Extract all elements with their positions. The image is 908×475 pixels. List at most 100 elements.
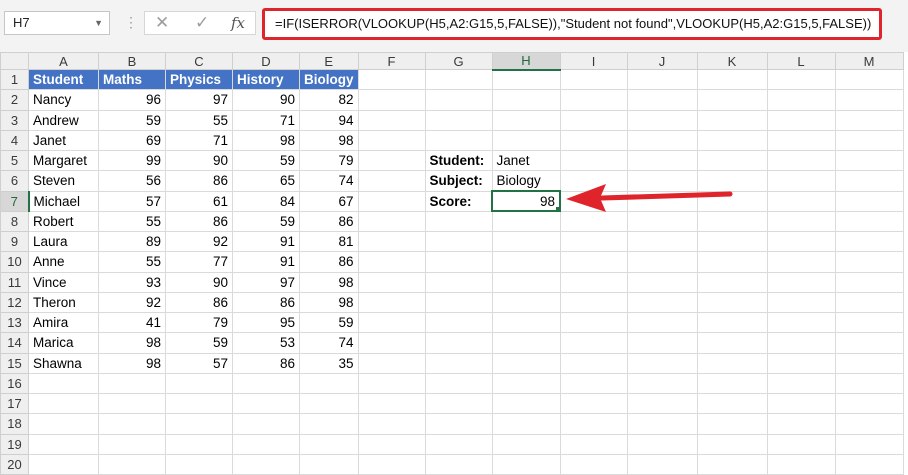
row-header[interactable]: 1 xyxy=(0,68,29,91)
cell[interactable] xyxy=(626,433,698,455)
cell[interactable] xyxy=(834,311,904,334)
student-name-cell[interactable]: Shawna xyxy=(28,352,99,374)
student-name-cell[interactable]: Michael xyxy=(28,190,99,212)
cell[interactable] xyxy=(696,372,768,395)
cell[interactable] xyxy=(491,129,561,152)
subject-input-cell[interactable]: Biology xyxy=(491,170,561,192)
cell[interactable] xyxy=(232,392,300,415)
cell[interactable] xyxy=(491,453,561,475)
cell[interactable] xyxy=(357,413,426,435)
cell[interactable] xyxy=(559,372,628,395)
cell[interactable] xyxy=(559,453,628,475)
cell[interactable] xyxy=(834,89,904,111)
cell[interactable] xyxy=(491,109,561,131)
cell[interactable] xyxy=(626,332,698,354)
cell[interactable] xyxy=(491,291,561,314)
cell[interactable] xyxy=(766,89,836,111)
student-name-cell[interactable]: Andrew xyxy=(28,109,99,131)
cell[interactable] xyxy=(766,251,836,273)
cell[interactable] xyxy=(626,149,698,172)
maths-cell[interactable]: 98 xyxy=(98,332,166,354)
cell[interactable] xyxy=(626,129,698,152)
column-header-d[interactable]: D xyxy=(232,52,300,70)
cell[interactable] xyxy=(766,352,836,374)
history-cell[interactable]: 97 xyxy=(232,271,300,293)
cell[interactable] xyxy=(357,453,426,475)
cell[interactable] xyxy=(834,372,904,395)
cell[interactable] xyxy=(299,433,359,455)
cell[interactable] xyxy=(559,291,628,314)
row-header[interactable]: 10 xyxy=(0,251,29,273)
row-header[interactable]: 16 xyxy=(0,372,29,395)
header-cell-student[interactable]: Student xyxy=(28,68,99,91)
cell[interactable] xyxy=(626,392,698,415)
cell[interactable] xyxy=(559,89,628,111)
cell[interactable] xyxy=(834,332,904,354)
history-cell[interactable]: 59 xyxy=(232,210,300,233)
history-cell[interactable]: 98 xyxy=(232,129,300,152)
cell[interactable] xyxy=(696,271,768,293)
cell[interactable] xyxy=(626,230,698,253)
cell[interactable] xyxy=(424,311,493,334)
cell[interactable] xyxy=(766,291,836,314)
history-cell[interactable]: 59 xyxy=(232,149,300,172)
maths-cell[interactable]: 96 xyxy=(98,89,166,111)
biology-cell[interactable]: 98 xyxy=(299,271,359,293)
student-input-cell[interactable]: Janet xyxy=(491,149,561,172)
cell[interactable] xyxy=(626,372,698,395)
cell[interactable] xyxy=(766,413,836,435)
cell[interactable] xyxy=(834,413,904,435)
maths-cell[interactable]: 55 xyxy=(98,210,166,233)
cell[interactable] xyxy=(834,149,904,172)
cell[interactable] xyxy=(424,210,493,233)
physics-cell[interactable]: 86 xyxy=(165,291,233,314)
name-box[interactable]: H7 ▼ xyxy=(4,11,110,35)
history-cell[interactable]: 90 xyxy=(232,89,300,111)
cell[interactable] xyxy=(299,392,359,415)
cell[interactable] xyxy=(696,352,768,374)
biology-cell[interactable]: 79 xyxy=(299,149,359,172)
cell[interactable] xyxy=(834,453,904,475)
row-header[interactable]: 11 xyxy=(0,271,29,293)
biology-cell[interactable]: 98 xyxy=(299,291,359,314)
cell[interactable] xyxy=(626,453,698,475)
formula-input[interactable]: =IF(ISERROR(VLOOKUP(H5,A2:G15,5,FALSE)),… xyxy=(262,8,882,40)
student-name-cell[interactable]: Amira xyxy=(28,311,99,334)
history-cell[interactable]: 65 xyxy=(232,170,300,192)
cell[interactable] xyxy=(491,271,561,293)
physics-cell[interactable]: 61 xyxy=(165,190,233,212)
row-header[interactable]: 14 xyxy=(0,332,29,354)
biology-cell[interactable]: 74 xyxy=(299,332,359,354)
cell[interactable] xyxy=(165,372,233,395)
cell[interactable] xyxy=(696,433,768,455)
cell[interactable] xyxy=(424,372,493,395)
cell[interactable] xyxy=(834,170,904,192)
maths-cell[interactable]: 99 xyxy=(98,149,166,172)
cell[interactable] xyxy=(626,251,698,273)
cell[interactable] xyxy=(424,332,493,354)
physics-cell[interactable]: 57 xyxy=(165,352,233,374)
cell[interactable] xyxy=(696,89,768,111)
cell[interactable] xyxy=(357,352,426,374)
row-header[interactable]: 13 xyxy=(0,311,29,334)
row-header[interactable]: 15 xyxy=(0,352,29,374)
header-cell-history[interactable]: History xyxy=(232,68,300,91)
history-cell[interactable]: 86 xyxy=(232,352,300,374)
cell[interactable] xyxy=(834,210,904,233)
cell[interactable] xyxy=(299,372,359,395)
cell[interactable] xyxy=(626,271,698,293)
cell[interactable] xyxy=(559,230,628,253)
cell[interactable] xyxy=(232,413,300,435)
physics-cell[interactable]: 86 xyxy=(165,210,233,233)
student-name-cell[interactable]: Robert xyxy=(28,210,99,233)
cell[interactable] xyxy=(491,230,561,253)
cell[interactable] xyxy=(766,392,836,415)
cell[interactable] xyxy=(626,109,698,131)
cell[interactable] xyxy=(766,170,836,192)
student-name-cell[interactable]: Steven xyxy=(28,170,99,192)
cell[interactable] xyxy=(357,271,426,293)
maths-cell[interactable]: 56 xyxy=(98,170,166,192)
column-header-j[interactable]: J xyxy=(626,52,698,70)
cell[interactable] xyxy=(834,291,904,314)
student-name-cell[interactable]: Margaret xyxy=(28,149,99,172)
